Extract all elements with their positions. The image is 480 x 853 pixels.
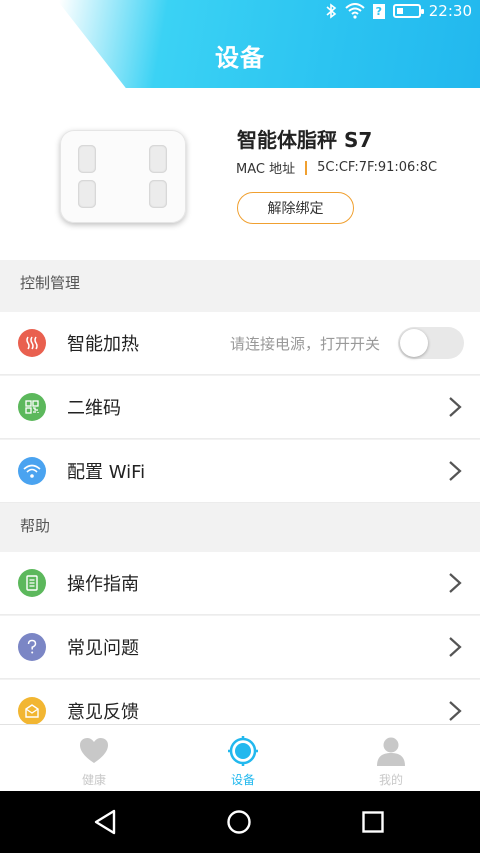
mac-label: MAC 地址 (236, 162, 296, 177)
row-label: 二维码 (67, 398, 121, 419)
home-icon[interactable] (223, 806, 255, 838)
toggle-knob (400, 329, 428, 357)
device-card: 智能体脂秤 S7 MAC 地址 5C:CF:7F:91:06:8C 解除绑定 (0, 88, 480, 260)
device-target-icon (227, 735, 259, 767)
section-help-header: 帮助 (0, 503, 480, 547)
bottom-tab-bar: 健康 设备 我的 (0, 724, 480, 791)
tab-device[interactable]: 设备 (203, 725, 283, 792)
wifi-signal-icon (345, 3, 365, 19)
row-label: 操作指南 (67, 574, 139, 595)
status-bar: ? 22:30 (325, 0, 480, 22)
page-title: 设备 (215, 44, 265, 72)
row-configure-wifi[interactable]: 配置 WiFi (0, 440, 480, 503)
row-qr-code[interactable]: 二维码 (0, 376, 480, 439)
mac-value: 5C:CF:7F:91:06:8C (317, 160, 438, 175)
row-faq[interactable]: 常见问题 (0, 616, 480, 679)
tab-health[interactable]: 健康 (54, 725, 134, 792)
system-nav-bar (0, 791, 480, 853)
chevron-right-icon (449, 637, 462, 657)
status-time: 22:30 (428, 2, 472, 20)
heating-toggle[interactable] (398, 327, 464, 359)
scale-image (60, 130, 186, 223)
battery-icon (392, 4, 424, 18)
mac-address-row: MAC 地址 5C:CF:7F:91:06:8C (236, 158, 437, 177)
heart-icon (78, 735, 110, 767)
chevron-right-icon (449, 701, 462, 721)
row-smart-heating: 智能加热 请连接电源，打开开关 (0, 312, 480, 375)
question-icon (18, 633, 46, 661)
row-label: 智能加热 (67, 334, 139, 355)
section-control-header: 控制管理 (0, 260, 480, 304)
feedback-icon (18, 697, 46, 725)
chevron-right-icon (449, 573, 462, 593)
tab-label: 我的 (378, 773, 403, 787)
device-name: 智能体脂秤 S7 (237, 128, 373, 152)
person-icon (375, 735, 407, 767)
chevron-right-icon (449, 461, 462, 481)
heating-hint: 请连接电源，打开开关 (229, 334, 380, 353)
mac-separator (305, 160, 308, 175)
guide-icon (18, 569, 46, 597)
tab-label: 健康 (81, 773, 106, 787)
unbind-button[interactable]: 解除绑定 (237, 192, 354, 224)
recent-apps-icon[interactable] (357, 806, 389, 838)
row-label: 配置 WiFi (67, 462, 146, 483)
back-icon[interactable] (89, 806, 121, 838)
wifi-icon (18, 457, 46, 485)
sim-unknown-icon: ? (372, 3, 385, 19)
row-label: 意见反馈 (67, 702, 139, 723)
chevron-right-icon (449, 397, 462, 417)
tab-label: 设备 (230, 773, 255, 787)
row-operation-guide[interactable]: 操作指南 (0, 552, 480, 615)
heat-icon (18, 329, 46, 357)
app-header: ? 22:30 设备 (0, 0, 480, 88)
row-label: 常见问题 (67, 638, 139, 659)
tab-mine[interactable]: 我的 (351, 725, 431, 792)
bluetooth-icon (325, 3, 337, 19)
qr-code-icon (18, 393, 46, 421)
